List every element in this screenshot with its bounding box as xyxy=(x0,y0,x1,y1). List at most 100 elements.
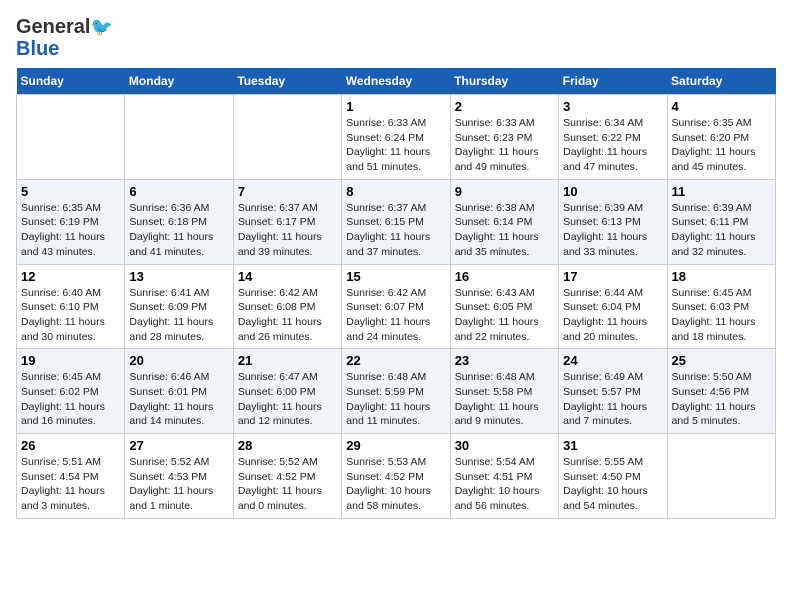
day-number: 26 xyxy=(21,438,120,453)
day-number: 8 xyxy=(346,184,445,199)
day-info: Sunrise: 6:34 AMSunset: 6:22 PMDaylight:… xyxy=(563,116,662,175)
column-header-thursday: Thursday xyxy=(450,68,558,95)
day-cell-27: 27 Sunrise: 5:52 AMSunset: 4:53 PMDayligh… xyxy=(125,434,233,519)
day-info: Sunrise: 6:36 AMSunset: 6:18 PMDaylight:… xyxy=(129,201,228,260)
day-number: 22 xyxy=(346,353,445,368)
day-info: Sunrise: 6:42 AMSunset: 6:08 PMDaylight:… xyxy=(238,286,337,345)
day-info: Sunrise: 6:45 AMSunset: 6:03 PMDaylight:… xyxy=(672,286,771,345)
day-info: Sunrise: 5:55 AMSunset: 4:50 PMDaylight:… xyxy=(563,455,662,514)
column-header-saturday: Saturday xyxy=(667,68,775,95)
day-cell-16: 16Sunrise: 6:43 AMSunset: 6:05 PMDayligh… xyxy=(450,264,558,349)
day-cell-26: 26 Sunrise: 5:51 AMSunset: 4:54 PMDayligh… xyxy=(17,434,125,519)
calendar-header-row: SundayMondayTuesdayWednesdayThursdayFrid… xyxy=(17,68,776,95)
day-number: 15 xyxy=(346,269,445,284)
day-number: 6 xyxy=(129,184,228,199)
day-cell-6: 6 Sunrise: 6:36 AMSunset: 6:18 PMDaylight… xyxy=(125,179,233,264)
day-cell-14: 14 Sunrise: 6:42 AMSunset: 6:08 PMDayligh… xyxy=(233,264,341,349)
day-info: Sunrise: 6:40 AMSunset: 6:10 PMDaylight:… xyxy=(21,286,120,345)
day-number: 31 xyxy=(563,438,662,453)
day-number: 11 xyxy=(672,184,771,199)
column-header-monday: Monday xyxy=(125,68,233,95)
day-info: Sunrise: 6:35 AMSunset: 6:20 PMDaylight:… xyxy=(672,116,771,175)
day-number: 30 xyxy=(455,438,554,453)
day-info: Sunrise: 6:48 AMSunset: 5:59 PMDaylight:… xyxy=(346,370,445,429)
logo-bird-icon: 🐦 xyxy=(90,17,112,37)
day-cell-25: 25Sunrise: 5:50 AMSunset: 4:56 PMDayligh… xyxy=(667,349,775,434)
day-cell-9: 9Sunrise: 6:38 AMSunset: 6:14 PMDaylight… xyxy=(450,179,558,264)
logo-blue: Blue xyxy=(16,38,59,60)
day-number: 10 xyxy=(563,184,662,199)
day-cell-12: 12 Sunrise: 6:40 AMSunset: 6:10 PMDayligh… xyxy=(17,264,125,349)
day-info: Sunrise: 5:51 AMSunset: 4:54 PMDaylight:… xyxy=(21,455,120,514)
column-header-tuesday: Tuesday xyxy=(233,68,341,95)
day-info: Sunrise: 6:37 AMSunset: 6:15 PMDaylight:… xyxy=(346,201,445,260)
day-number: 12 xyxy=(21,269,120,284)
day-info: Sunrise: 6:44 AMSunset: 6:04 PMDaylight:… xyxy=(563,286,662,345)
week-row-1: 1 Sunrise: 6:33 AMSunset: 6:24 PMDaylight… xyxy=(17,95,776,180)
day-cell-21: 21Sunrise: 6:47 AMSunset: 6:00 PMDayligh… xyxy=(233,349,341,434)
logo-general: General xyxy=(16,16,90,38)
day-cell-11: 11 Sunrise: 6:39 AMSunset: 6:11 PMDayligh… xyxy=(667,179,775,264)
day-number: 17 xyxy=(563,269,662,284)
day-info: Sunrise: 5:52 AMSunset: 4:52 PMDaylight:… xyxy=(238,455,337,514)
day-number: 23 xyxy=(455,353,554,368)
day-cell-24: 24 Sunrise: 6:49 AMSunset: 5:57 PMDayligh… xyxy=(559,349,667,434)
day-info: Sunrise: 5:50 AMSunset: 4:56 PMDaylight:… xyxy=(672,370,771,429)
day-cell-20: 20 Sunrise: 6:46 AMSunset: 6:01 PMDayligh… xyxy=(125,349,233,434)
week-row-3: 12 Sunrise: 6:40 AMSunset: 6:10 PMDayligh… xyxy=(17,264,776,349)
day-number: 20 xyxy=(129,353,228,368)
column-header-sunday: Sunday xyxy=(17,68,125,95)
day-cell-19: 19Sunrise: 6:45 AMSunset: 6:02 PMDayligh… xyxy=(17,349,125,434)
day-number: 5 xyxy=(21,184,120,199)
day-info: Sunrise: 5:52 AMSunset: 4:53 PMDaylight:… xyxy=(129,455,228,514)
day-info: Sunrise: 6:49 AMSunset: 5:57 PMDaylight:… xyxy=(563,370,662,429)
day-cell-3: 3 Sunrise: 6:34 AMSunset: 6:22 PMDaylight… xyxy=(559,95,667,180)
day-info: Sunrise: 6:39 AMSunset: 6:11 PMDaylight:… xyxy=(672,201,771,260)
day-info: Sunrise: 6:33 AMSunset: 6:24 PMDaylight:… xyxy=(346,116,445,175)
day-info: Sunrise: 6:42 AMSunset: 6:07 PMDaylight:… xyxy=(346,286,445,345)
day-number: 2 xyxy=(455,99,554,114)
day-cell-4: 4 Sunrise: 6:35 AMSunset: 6:20 PMDaylight… xyxy=(667,95,775,180)
empty-cell xyxy=(17,95,125,180)
day-cell-30: 30 Sunrise: 5:54 AMSunset: 4:51 PMDayligh… xyxy=(450,434,558,519)
calendar-table: SundayMondayTuesdayWednesdayThursdayFrid… xyxy=(16,68,776,519)
day-info: Sunrise: 6:37 AMSunset: 6:17 PMDaylight:… xyxy=(238,201,337,260)
page-header: General🐦 Blue xyxy=(16,16,776,60)
week-row-5: 26 Sunrise: 5:51 AMSunset: 4:54 PMDayligh… xyxy=(17,434,776,519)
day-info: Sunrise: 5:53 AMSunset: 4:52 PMDaylight:… xyxy=(346,455,445,514)
week-row-4: 19Sunrise: 6:45 AMSunset: 6:02 PMDayligh… xyxy=(17,349,776,434)
day-number: 21 xyxy=(238,353,337,368)
day-cell-23: 23Sunrise: 6:48 AMSunset: 5:58 PMDayligh… xyxy=(450,349,558,434)
day-info: Sunrise: 6:46 AMSunset: 6:01 PMDaylight:… xyxy=(129,370,228,429)
week-row-2: 5 Sunrise: 6:35 AMSunset: 6:19 PMDaylight… xyxy=(17,179,776,264)
day-cell-18: 18 Sunrise: 6:45 AMSunset: 6:03 PMDayligh… xyxy=(667,264,775,349)
day-info: Sunrise: 6:33 AMSunset: 6:23 PMDaylight:… xyxy=(455,116,554,175)
day-number: 1 xyxy=(346,99,445,114)
day-number: 27 xyxy=(129,438,228,453)
day-number: 14 xyxy=(238,269,337,284)
day-cell-13: 13Sunrise: 6:41 AMSunset: 6:09 PMDayligh… xyxy=(125,264,233,349)
day-cell-5: 5 Sunrise: 6:35 AMSunset: 6:19 PMDaylight… xyxy=(17,179,125,264)
day-cell-17: 17 Sunrise: 6:44 AMSunset: 6:04 PMDayligh… xyxy=(559,264,667,349)
empty-cell xyxy=(667,434,775,519)
logo: General🐦 Blue xyxy=(16,16,113,60)
day-number: 28 xyxy=(238,438,337,453)
day-cell-8: 8 Sunrise: 6:37 AMSunset: 6:15 PMDaylight… xyxy=(342,179,450,264)
day-cell-2: 2 Sunrise: 6:33 AMSunset: 6:23 PMDaylight… xyxy=(450,95,558,180)
day-info: Sunrise: 6:43 AMSunset: 6:05 PMDaylight:… xyxy=(455,286,554,345)
day-cell-31: 31 Sunrise: 5:55 AMSunset: 4:50 PMDayligh… xyxy=(559,434,667,519)
day-number: 18 xyxy=(672,269,771,284)
day-info: Sunrise: 6:41 AMSunset: 6:09 PMDaylight:… xyxy=(129,286,228,345)
day-number: 19 xyxy=(21,353,120,368)
day-info: Sunrise: 6:35 AMSunset: 6:19 PMDaylight:… xyxy=(21,201,120,260)
day-number: 4 xyxy=(672,99,771,114)
day-number: 9 xyxy=(455,184,554,199)
day-cell-10: 10 Sunrise: 6:39 AMSunset: 6:13 PMDayligh… xyxy=(559,179,667,264)
day-number: 3 xyxy=(563,99,662,114)
day-info: Sunrise: 5:54 AMSunset: 4:51 PMDaylight:… xyxy=(455,455,554,514)
column-header-wednesday: Wednesday xyxy=(342,68,450,95)
column-header-friday: Friday xyxy=(559,68,667,95)
day-cell-7: 7Sunrise: 6:37 AMSunset: 6:17 PMDaylight… xyxy=(233,179,341,264)
day-number: 24 xyxy=(563,353,662,368)
day-info: Sunrise: 6:39 AMSunset: 6:13 PMDaylight:… xyxy=(563,201,662,260)
